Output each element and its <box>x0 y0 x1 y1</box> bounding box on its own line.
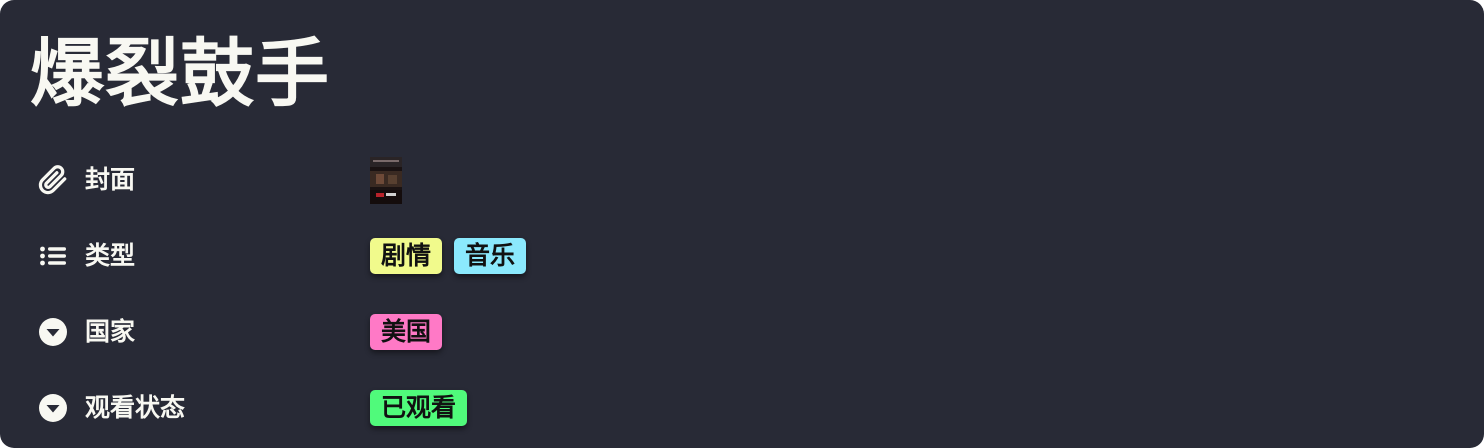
list-icon <box>38 241 68 271</box>
cover-thumbnail[interactable] <box>370 156 402 204</box>
tag-drama[interactable]: 剧情 <box>370 238 443 274</box>
select-dropdown-icon <box>38 317 68 347</box>
page-title[interactable]: 爆裂鼓手 <box>30 26 330 122</box>
property-row-country: 国家 美国 <box>0 304 1484 360</box>
property-value-country[interactable]: 美国 <box>370 304 443 360</box>
select-dropdown-icon <box>38 393 68 423</box>
property-row-genre: 类型 剧情 音乐 <box>0 228 1484 284</box>
property-label[interactable]: 国家 <box>85 304 135 360</box>
property-label[interactable]: 类型 <box>85 228 135 284</box>
tag-usa[interactable]: 美国 <box>370 314 443 350</box>
property-row-watch-status: 观看状态 已观看 <box>0 380 1484 436</box>
property-row-cover: 封面 <box>0 152 1484 208</box>
tag-music[interactable]: 音乐 <box>454 238 527 274</box>
property-label[interactable]: 观看状态 <box>85 380 185 436</box>
property-value-watch-status[interactable]: 已观看 <box>370 380 468 436</box>
property-value-genre[interactable]: 剧情 音乐 <box>370 228 527 284</box>
page-panel: 爆裂鼓手 封面 类型 剧情 音乐 国家 美国 观看状态 已观看 <box>0 0 1484 448</box>
paperclip-icon <box>38 165 68 195</box>
property-value-cover[interactable] <box>370 152 402 208</box>
tag-watched[interactable]: 已观看 <box>370 390 468 426</box>
property-label[interactable]: 封面 <box>85 152 135 208</box>
